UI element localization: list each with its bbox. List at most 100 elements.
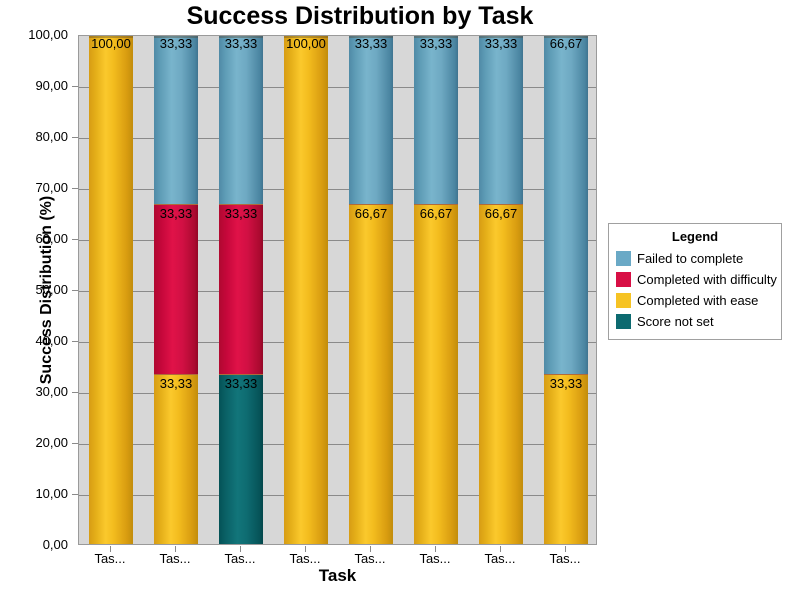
y-axis-tick-label: 80,00 [35, 129, 68, 144]
chart-legend: Legend Failed to complete Completed with … [608, 223, 782, 340]
bar-base-shadow [284, 544, 328, 545]
bar-column[interactable]: 100,00 [284, 36, 328, 545]
bar-segment-value-label: 100,00 [91, 36, 131, 51]
legend-color-swatch [616, 293, 631, 308]
bar-segment-value-label: 33,33 [224, 206, 258, 221]
y-axis-tick-mark [72, 443, 78, 444]
x-axis-title: Task [318, 566, 357, 585]
legend-item[interactable]: Score not set [616, 311, 774, 332]
y-axis-tick-label: 100,00 [28, 27, 68, 42]
y-axis-tick-label: 90,00 [35, 78, 68, 93]
bar-segment-value-label: 66,67 [419, 206, 453, 221]
bar-segment[interactable]: 66,67 [414, 204, 458, 544]
bar-segment-value-label: 33,33 [354, 36, 388, 51]
y-axis-tick-mark [72, 137, 78, 138]
y-axis-tick-label: 60,00 [35, 231, 68, 246]
x-axis-tick-label: Tas... [549, 551, 581, 566]
bar-segment-value-label: 100,00 [286, 36, 326, 51]
legend-color-swatch [616, 314, 631, 329]
y-axis-tick-label: 50,00 [35, 282, 68, 297]
bar-segment-value-label: 66,67 [549, 36, 583, 51]
bar-segment-value-label: 33,33 [419, 36, 453, 51]
bar-segment-value-label: 33,33 [549, 376, 583, 391]
bar-segment-value-label: 33,33 [159, 206, 193, 221]
bar-segment-value-label: 66,67 [484, 206, 518, 221]
bar-segment[interactable]: 100,00 [284, 36, 328, 544]
legend-item-label: Completed with ease [637, 293, 759, 308]
bar-top-cap [89, 36, 133, 38]
bar-segment[interactable]: 33,33 [349, 36, 393, 204]
bar-column[interactable]: 66,67 33,33 [349, 36, 393, 545]
bar-column[interactable]: 66,67 33,33 [479, 36, 523, 545]
bar-segment-value-label: 66,67 [354, 206, 388, 221]
bar-segment[interactable]: 33,33 [154, 36, 198, 204]
bar-segment[interactable]: 66,67 [349, 204, 393, 544]
y-axis-tick-label: 70,00 [35, 180, 68, 195]
legend-item-label: Completed with difficulty [637, 272, 777, 287]
bar-segment[interactable]: 33,33 [154, 204, 198, 374]
x-axis-tick-label: Tas... [419, 551, 451, 566]
bar-column[interactable]: 33,33 33,33 33,33 [219, 36, 263, 545]
y-axis-tick-mark [72, 392, 78, 393]
y-axis-tick-mark [72, 341, 78, 342]
bar-top-cap [284, 36, 328, 38]
legend-item-label: Score not set [637, 314, 714, 329]
legend-items: Failed to complete Completed with difficu… [616, 248, 777, 332]
bar-base-shadow [479, 544, 523, 545]
y-axis-tick-mark [72, 86, 78, 87]
bar-top-cap [219, 36, 263, 38]
x-axis-tick-label: Tas... [354, 551, 386, 566]
bar-top-cap [154, 36, 198, 38]
bar-top-cap [544, 36, 588, 38]
bar-top-cap [414, 36, 458, 38]
legend-title: Legend [671, 229, 719, 244]
x-axis-tick-label: Tas... [94, 551, 126, 566]
bar-base-shadow [89, 544, 133, 545]
y-axis-tick-mark [72, 494, 78, 495]
y-axis-tick-label: 0,00 [42, 537, 68, 552]
bar-segment[interactable]: 33,33 [479, 36, 523, 204]
bar-column[interactable]: 66,67 33,33 [414, 36, 458, 545]
legend-item[interactable]: Completed with difficulty [616, 269, 777, 290]
bar-column[interactable]: 33,33 33,33 33,33 [154, 36, 198, 545]
bar-column[interactable]: 33,33 66,67 [544, 36, 588, 545]
x-axis-tick-label: Tas... [289, 551, 321, 566]
plot-area: 100,00 33,33 33,33 33,33 33,33 33,33 33,33 100,… [78, 35, 597, 545]
bar-segment[interactable]: 100,00 [89, 36, 133, 544]
bar-base-shadow [414, 544, 458, 545]
bar-segment[interactable]: 33,33 [219, 36, 263, 204]
legend-item-label: Failed to complete [637, 251, 744, 266]
bar-segment[interactable]: 33,33 [154, 374, 198, 544]
chart-container: Success Distribution by Task Success Dis… [0, 0, 790, 591]
legend-item[interactable]: Failed to complete [616, 248, 774, 269]
legend-color-swatch [616, 251, 631, 266]
x-axis-tick-label: Tas... [484, 551, 516, 566]
x-axis-tick-label: Tas... [224, 551, 256, 566]
bar-column[interactable]: 100,00 [89, 36, 133, 545]
x-axis-tick-label: Tas... [159, 551, 191, 566]
bar-base-shadow [349, 544, 393, 545]
legend-item[interactable]: Completed with ease [616, 290, 774, 311]
bar-base-shadow [544, 544, 588, 545]
bar-segment-value-label: 33,33 [159, 36, 193, 51]
y-axis-tick-mark [72, 290, 78, 291]
bar-base-shadow [219, 544, 263, 545]
bar-top-cap [349, 36, 393, 38]
bar-segment-value-label: 33,33 [484, 36, 518, 51]
bar-segment[interactable]: 33,33 [544, 374, 588, 544]
legend-color-swatch [616, 272, 631, 287]
bar-segment-value-label: 33,33 [159, 376, 193, 391]
y-axis-tick-mark [72, 188, 78, 189]
bar-base-shadow [154, 544, 198, 545]
bar-segment[interactable]: 66,67 [544, 36, 588, 374]
y-axis-tick-label: 10,00 [35, 486, 68, 501]
bar-segment[interactable]: 33,33 [219, 204, 263, 374]
bar-segment[interactable]: 33,33 [219, 374, 263, 544]
bar-segment-value-label: 33,33 [224, 36, 258, 51]
chart-title: Success Distribution by Task [186, 2, 534, 30]
bar-segment[interactable]: 33,33 [414, 36, 458, 204]
bar-segment[interactable]: 66,67 [479, 204, 523, 544]
y-axis-tick-mark [72, 239, 78, 240]
y-axis-tick-label: 40,00 [35, 333, 68, 348]
y-axis-tick-label: 20,00 [35, 435, 68, 450]
